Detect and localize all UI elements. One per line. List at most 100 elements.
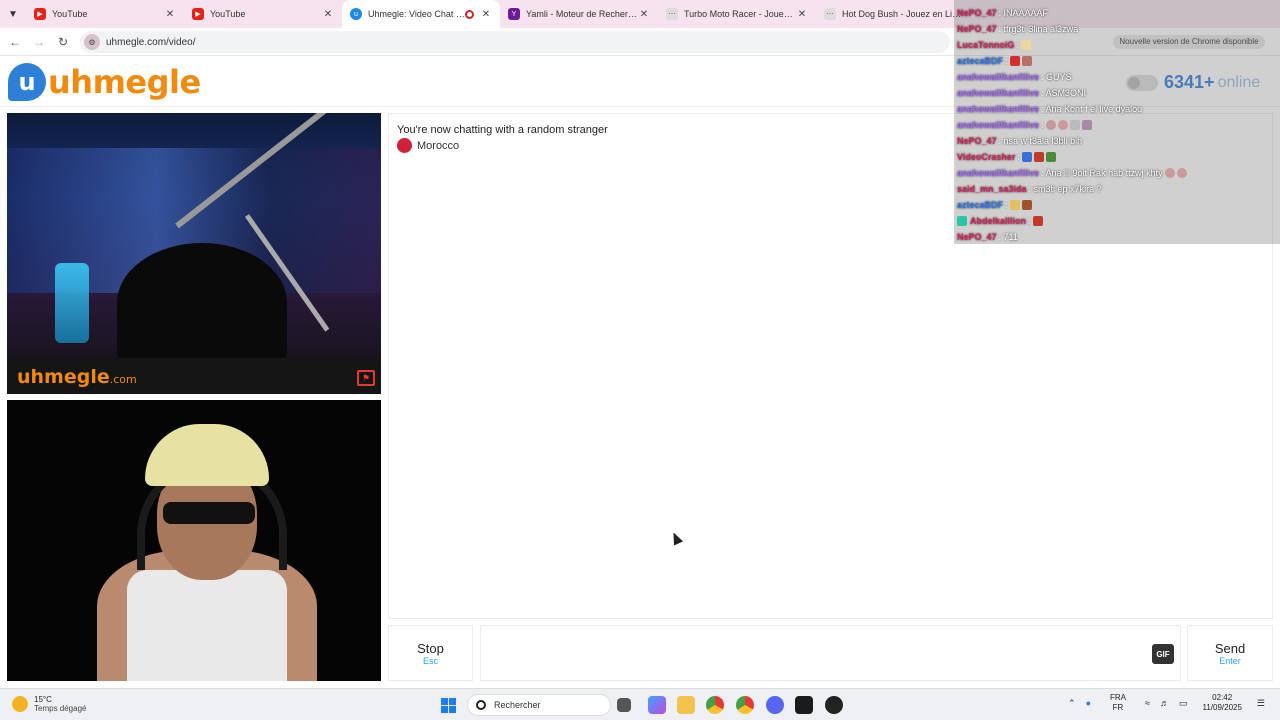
self-video [7,400,381,681]
send-label: Send [1214,640,1246,656]
tab-youtube-1[interactable]: ▶ YouTube ✕ [26,0,184,28]
gif-button[interactable]: GIF [1152,644,1174,664]
tab-title: YouTube [210,9,246,19]
tab-yamli[interactable]: Y Yamli - Moteur de Recherche Arabe ✕ [500,0,658,28]
tab-title: Turbo Moto Racer - Jouez en Ligne [684,9,796,19]
game-favicon-icon: ⋯ [824,8,836,20]
close-tab-icon[interactable]: ✕ [164,9,176,20]
emote-icon [1176,168,1187,178]
stream-chat-line: anahowalilkanfilive: Ana lli 9olt Rak ha… [954,165,1280,181]
input-language[interactable]: FRA FR [1110,693,1126,713]
emote-icon [1020,40,1031,50]
terminal-icon[interactable] [795,696,813,714]
message-input[interactable]: GIF [480,625,1181,681]
site-info-icon[interactable]: ⚙ [84,34,100,50]
chat-username: anahowalilkanfilive [957,168,1040,178]
emote-icon [1021,56,1032,66]
volume-icon[interactable]: ♬ [1160,698,1169,708]
stream-chat-overlay: NePO_47: INAAAAAF NePO_47: tfrg3ti 3lina… [954,0,1280,244]
chat-message: : Ana Kont f el live dyalou [1041,104,1143,114]
weather-condition: Temps dégagé [34,704,87,713]
chat-username: said_mn_sa3ida [957,184,1027,194]
emote-icon [1081,120,1092,130]
tab-youtube-2[interactable]: ▶ YouTube ✕ [184,0,342,28]
watermark-text: uhmegle [17,366,110,388]
uhmegle-logo[interactable]: u uhmegle [8,62,201,102]
stream-chat-line: said_mn_sa3ida: sm3ti ep x7kira ? [954,181,1280,197]
logo-text: uhmegle [48,63,201,101]
tab-turbo-moto[interactable]: ⋯ Turbo Moto Racer - Jouez en Ligne ✕ [658,0,816,28]
close-tab-icon[interactable]: ✕ [796,9,808,20]
lang-bottom: FR [1112,703,1124,712]
self-shirt [127,570,287,681]
notifications-icon[interactable]: ☰ [1257,698,1265,709]
chat-message: : tfrg3ti 3lina al3zwa [998,24,1079,34]
stranger-country: Morocco [397,138,459,153]
forward-arrow-icon[interactable]: → [27,35,51,49]
reload-icon[interactable]: ↻ [51,35,75,49]
search-icon [476,700,486,710]
send-button[interactable]: Send Enter [1187,625,1273,681]
chat-username: VideoCrasher [957,152,1016,162]
close-tab-icon[interactable]: ✕ [322,9,334,20]
emote-icon [1045,120,1056,130]
stream-chat-line: NePO_47: 711 [954,229,1280,245]
chat-message: : [1005,56,1008,66]
stream-chat-line: anahowalilkanfilive: [954,117,1280,133]
close-tab-icon[interactable]: ✕ [638,9,650,20]
watermark-suffix: .com [109,373,137,386]
emote-icon [1045,152,1056,162]
chat-message: : sm3ti ep x7kira ? [1028,184,1102,194]
emote-icon [1057,120,1068,130]
obs-icon[interactable] [825,696,843,714]
self-glasses [163,502,255,524]
stream-chat-line: LucaTonnoiG: [954,37,1280,53]
chat-username: NePO_47 [957,8,997,18]
emote-icon [1021,152,1032,162]
task-view-icon[interactable] [617,698,631,712]
weather-widget[interactable]: 15°C Temps dégagé [12,695,86,713]
url-text: uhmegle.com/video/ [106,36,196,48]
emote-icon [1009,200,1020,210]
url-field[interactable]: ⚙ uhmegle.com/video/ [80,31,950,53]
uhmegle-favicon-icon: u [350,8,362,20]
clock[interactable]: 02:42 11/09/2025 [1202,693,1241,713]
stop-button[interactable]: Stop Esc [388,625,473,681]
stream-chat-line: NePO_47: INAAAAAF [954,5,1280,21]
stream-chat-line: Abdelkalllion: [954,213,1280,229]
file-explorer-icon[interactable] [677,696,695,714]
chat-message: : [1005,200,1008,210]
discord-icon[interactable] [766,696,784,714]
emote-icon [1033,152,1044,162]
clock-time: 02:42 [1212,693,1233,702]
stream-chat-line: NePO_47: nsa w t3ala l3bli bih [954,133,1280,149]
country-name: Morocco [417,139,460,152]
chat-message: : 711 [998,232,1018,242]
battery-icon[interactable]: ▭ [1179,698,1188,709]
back-arrow-icon[interactable]: ← [3,35,27,49]
chat-username: anahowalilkanfilive [957,88,1040,98]
microphone-icon[interactable]: ● [1086,698,1091,708]
moon-weather-icon [12,696,28,712]
stream-chat-line: aztecaBDF: [954,53,1280,69]
taskbar-search[interactable]: Rechercher [467,694,611,716]
stranger-person [117,243,287,363]
tab-search-chevron-icon[interactable]: ▼ [0,0,26,28]
chevron-up-icon[interactable]: ⌃ [1068,698,1076,709]
close-tab-icon[interactable]: ✕ [480,9,492,20]
chat-message: : [1017,152,1020,162]
stop-label: Stop [417,640,444,656]
emote-icon [1009,56,1020,66]
emote-icon [1069,120,1080,130]
chrome-icon[interactable] [706,696,724,714]
tab-uhmegle[interactable]: u Uhmegle: Video Chat | Omegle ✕ [342,0,500,28]
chat-username: aztecaBDF [957,200,1004,210]
windows-start-icon[interactable] [441,698,456,713]
temperature: 15°C [34,695,52,704]
chat-message: : ASM3ONI [1041,88,1087,98]
wifi-icon[interactable]: ≈ [1145,698,1150,708]
report-flag-icon[interactable]: ⚑ [357,370,375,386]
chrome-active-icon[interactable] [736,696,754,714]
tab-hot-dog-bush[interactable]: ⋯ Hot Dog Bush - Jouez en Ligne [816,0,974,28]
copilot-icon[interactable] [648,696,666,714]
